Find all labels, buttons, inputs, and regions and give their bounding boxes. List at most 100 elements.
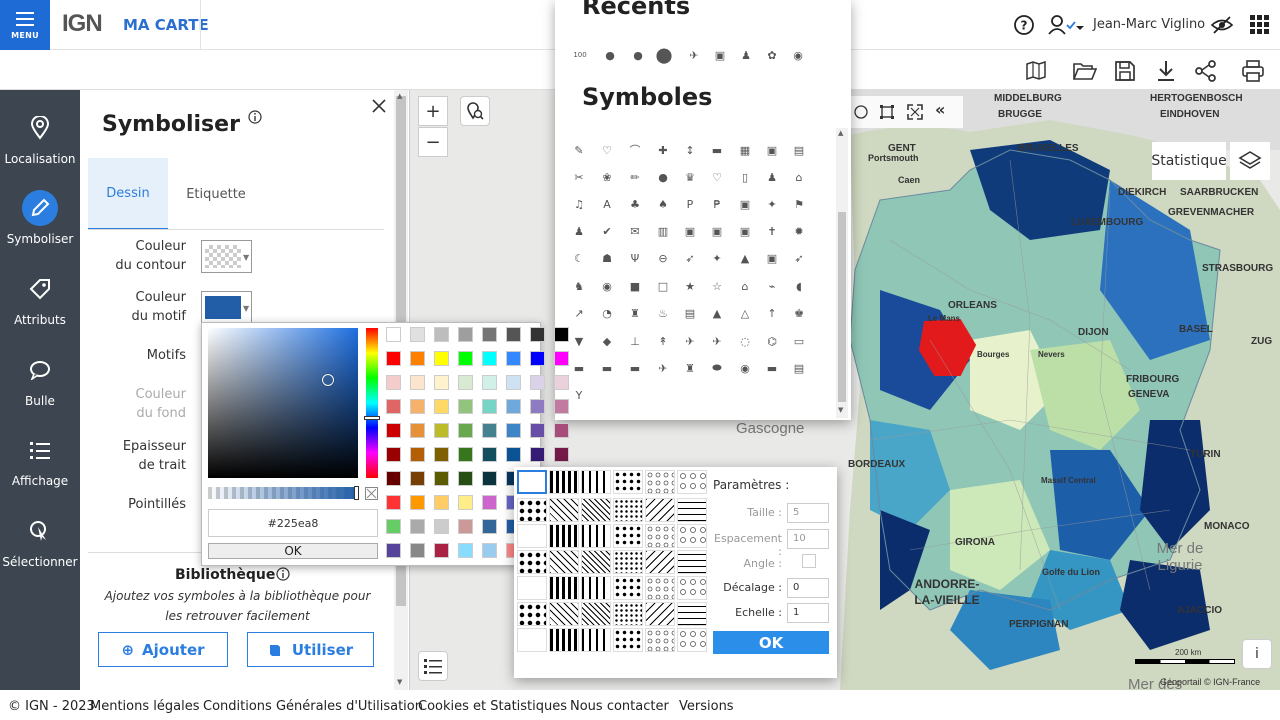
symbol-icon[interactable]: ◆ [600,334,614,348]
measure-icon[interactable] [853,104,869,120]
pattern-option[interactable] [677,470,707,494]
scroll-up-arrow-icon[interactable]: ▲ [397,92,402,100]
symbol-icon[interactable]: ↕ [683,143,697,157]
menu-button[interactable]: MENU [0,0,50,50]
color-swatch[interactable] [434,375,449,390]
pattern-option[interactable] [581,550,611,574]
color-swatch[interactable] [554,423,569,438]
angle-checkbox[interactable] [802,554,816,568]
param-input[interactable]: 10 [787,529,829,549]
symbol-icon[interactable]: ⊖ [656,251,670,265]
footer-link-versions[interactable]: Versions [679,699,734,714]
pattern-option[interactable] [677,576,707,600]
symbol-icon[interactable]: ☗ [600,251,614,265]
color-swatch[interactable] [554,375,569,390]
color-swatch[interactable] [530,327,545,342]
footer-link-mentions[interactable]: Mentions légales [90,699,199,714]
pattern-option[interactable] [517,470,547,494]
pattern-option[interactable] [613,498,643,522]
symbol-icon[interactable]: Ψ [628,251,642,265]
symbol-icon[interactable]: ➶ [792,251,806,265]
color-swatch[interactable] [410,351,425,366]
symbol-icon[interactable]: □ [656,279,670,293]
pattern-option[interactable] [677,550,707,574]
pattern-option[interactable] [677,602,707,626]
color-swatch[interactable] [482,399,497,414]
motif-color-picker[interactable]: ▼ [201,291,252,324]
pattern-option[interactable] [517,602,547,626]
symbol-icon[interactable]: ⌒ [628,143,642,157]
symbol-icon[interactable]: ▲ [710,306,724,320]
symbol-icon[interactable]: ▬ [765,361,779,375]
color-swatch[interactable] [554,447,569,462]
pattern-option[interactable] [517,498,547,522]
recent-symbol-icon[interactable]: ◉ [791,48,805,62]
pattern-option[interactable] [613,576,643,600]
symbol-icon[interactable]: ☆ [710,279,724,293]
color-swatch[interactable] [434,423,449,438]
symbol-icon[interactable]: ◔ [600,306,614,320]
user-menu-icon[interactable] [1048,14,1088,36]
pattern-option[interactable] [645,602,675,626]
param-input[interactable]: 0 [787,578,829,598]
eye-off-icon[interactable] [1210,14,1234,36]
zoom-in-button[interactable]: + [418,96,448,126]
color-swatch[interactable] [434,519,449,534]
sidebar-item-bulle[interactable]: Bulle [0,352,80,408]
sidebar-item-affichage[interactable]: Affichage [0,432,80,488]
color-swatch[interactable] [410,447,425,462]
color-swatch[interactable] [482,495,497,510]
hue-handle[interactable] [364,416,380,420]
color-swatch[interactable] [410,399,425,414]
symbol-icon[interactable]: ✏ [628,170,642,184]
close-icon[interactable] [372,99,386,113]
color-swatch[interactable] [458,423,473,438]
color-swatch[interactable] [458,471,473,486]
color-swatch[interactable] [482,543,497,558]
save-icon[interactable] [1114,60,1136,82]
symbol-icon[interactable]: P [683,197,697,211]
recent-symbol-icon[interactable]: ✿ [765,48,779,62]
color-swatch[interactable] [530,423,545,438]
symbol-icon[interactable]: ◖ [792,279,806,293]
open-folder-icon[interactable] [1073,61,1097,81]
symbol-icon[interactable]: ▣ [738,197,752,211]
color-swatch[interactable] [458,327,473,342]
color-swatch[interactable] [554,351,569,366]
saturation-value-area[interactable] [208,328,358,478]
help-icon[interactable]: ? [1013,14,1035,36]
symbol-icon[interactable]: ♞ [572,279,586,293]
tab-dessin[interactable]: Dessin [88,158,168,230]
pattern-option[interactable] [581,498,611,522]
color-swatch[interactable] [434,495,449,510]
footer-link-cookies[interactable]: Cookies et Statistiques [418,699,567,714]
color-swatch[interactable] [386,327,401,342]
recent-symbol-icon[interactable]: ⬤ [656,46,673,64]
color-swatch[interactable] [458,543,473,558]
scroll-down-arrow-icon[interactable]: ▼ [838,406,843,414]
alpha-handle[interactable] [354,486,359,500]
symbol-icon[interactable]: ▤ [792,143,806,157]
download-icon[interactable] [1155,60,1177,82]
color-swatch[interactable] [506,351,521,366]
recent-symbol-icon[interactable]: ♟ [739,48,753,62]
pattern-option[interactable] [645,576,675,600]
sidebar-item-selectionner[interactable]: Sélectionner [0,513,80,569]
color-swatch[interactable] [434,543,449,558]
hex-input[interactable]: #225ea8 [208,509,378,537]
symbol-icon[interactable]: ✉ [628,224,642,238]
symbol-icon[interactable]: ⌂ [792,170,806,184]
pattern-option[interactable] [677,628,707,652]
color-swatch[interactable] [386,423,401,438]
symbol-icon[interactable]: ▯ [738,170,752,184]
pattern-option[interactable] [581,576,611,600]
symbol-icon[interactable]: ♟ [765,170,779,184]
symbol-icon[interactable]: ⬬ [710,361,724,375]
statistique-label[interactable]: Statistique [1151,142,1227,180]
symbol-icon[interactable]: ✈ [683,334,697,348]
symbol-icon[interactable]: ⚑ [792,197,806,211]
symbol-icon[interactable]: ▣ [710,224,724,238]
symbol-icon[interactable]: A [600,197,614,211]
symbol-icon[interactable]: ♣ [628,197,642,211]
scroll-down-arrow-icon[interactable]: ▼ [397,678,402,686]
